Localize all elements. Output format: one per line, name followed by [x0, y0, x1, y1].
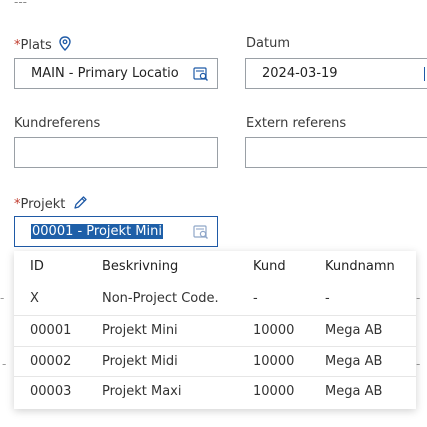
- lookup-search-icon[interactable]: [193, 224, 209, 244]
- projekt-field[interactable]: 00001 - Projekt Mini: [14, 216, 218, 247]
- datum-field[interactable]: 2024-03-19: [245, 58, 427, 89]
- kundreferens-label: Kundreferens: [14, 116, 101, 131]
- cell-beskrivning: Projekt Midi: [102, 354, 178, 369]
- dropdown-row[interactable]: X Non-Project Code. - -: [14, 284, 416, 315]
- kundreferens-field[interactable]: [14, 137, 218, 168]
- cell-kundnamn: Mega AB: [325, 354, 383, 369]
- plats-label: *Plats: [14, 36, 71, 55]
- cell-kund: 10000: [253, 384, 295, 399]
- lookup-search-icon[interactable]: [193, 66, 209, 86]
- column-header-id[interactable]: ID: [30, 259, 44, 274]
- extern-referens-field[interactable]: [245, 137, 427, 168]
- cell-kundnamn: Mega AB: [325, 384, 383, 399]
- cell-beskrivning: Projekt Mini: [102, 323, 178, 338]
- cell-id: 00002: [30, 354, 72, 369]
- projekt-dropdown[interactable]: ID Beskrivning Kund Kundnamn X Non-Proje…: [14, 251, 416, 409]
- projekt-label-text: Projekt: [20, 197, 66, 212]
- cell-id: 00003: [30, 384, 72, 399]
- plats-value: MAIN - Primary Locatio: [31, 66, 179, 81]
- background-dash: -: [2, 357, 7, 371]
- projekt-label: *Projekt: [14, 195, 88, 214]
- cell-kundnamn: -: [325, 291, 330, 306]
- cell-kund: -: [253, 291, 258, 306]
- dropdown-row[interactable]: 00001 Projekt Mini 10000 Mega AB: [14, 315, 416, 347]
- background-dash: -: [416, 291, 421, 305]
- cell-kund: 10000: [253, 323, 295, 338]
- background-dash: -: [0, 291, 5, 305]
- projekt-selected-text: 00001 - Projekt Mini: [31, 224, 163, 239]
- column-header-kund[interactable]: Kund: [253, 259, 286, 274]
- projekt-value[interactable]: 00001 - Projekt Mini: [31, 224, 163, 239]
- datum-value: 2024-03-19: [262, 66, 338, 81]
- plats-label-text: Plats: [20, 38, 52, 53]
- datum-label: Datum: [246, 36, 290, 51]
- cell-beskrivning: Non-Project Code.: [102, 291, 219, 306]
- cell-kundnamn: Mega AB: [325, 323, 383, 338]
- column-header-kundnamn[interactable]: Kundnamn: [325, 259, 395, 274]
- background-dash: -: [416, 357, 421, 371]
- pencil-icon[interactable]: [73, 195, 88, 214]
- location-pin-icon[interactable]: [59, 36, 71, 55]
- dropdown-row[interactable]: 00003 Projekt Maxi 10000 Mega AB: [14, 376, 416, 408]
- cell-id: X: [30, 291, 39, 306]
- cell-id: 00001: [30, 323, 72, 338]
- dropdown-row[interactable]: 00002 Projekt Midi 10000 Mega AB: [14, 346, 416, 378]
- cell-kund: 10000: [253, 354, 295, 369]
- plats-field[interactable]: MAIN - Primary Locatio: [14, 58, 218, 89]
- cell-beskrivning: Projekt Maxi: [102, 384, 182, 399]
- column-header-beskrivning[interactable]: Beskrivning: [102, 259, 178, 274]
- top-marker: ---: [14, 0, 27, 9]
- extern-referens-label: Extern referens: [246, 116, 347, 131]
- calendar-button-edge[interactable]: [424, 67, 425, 81]
